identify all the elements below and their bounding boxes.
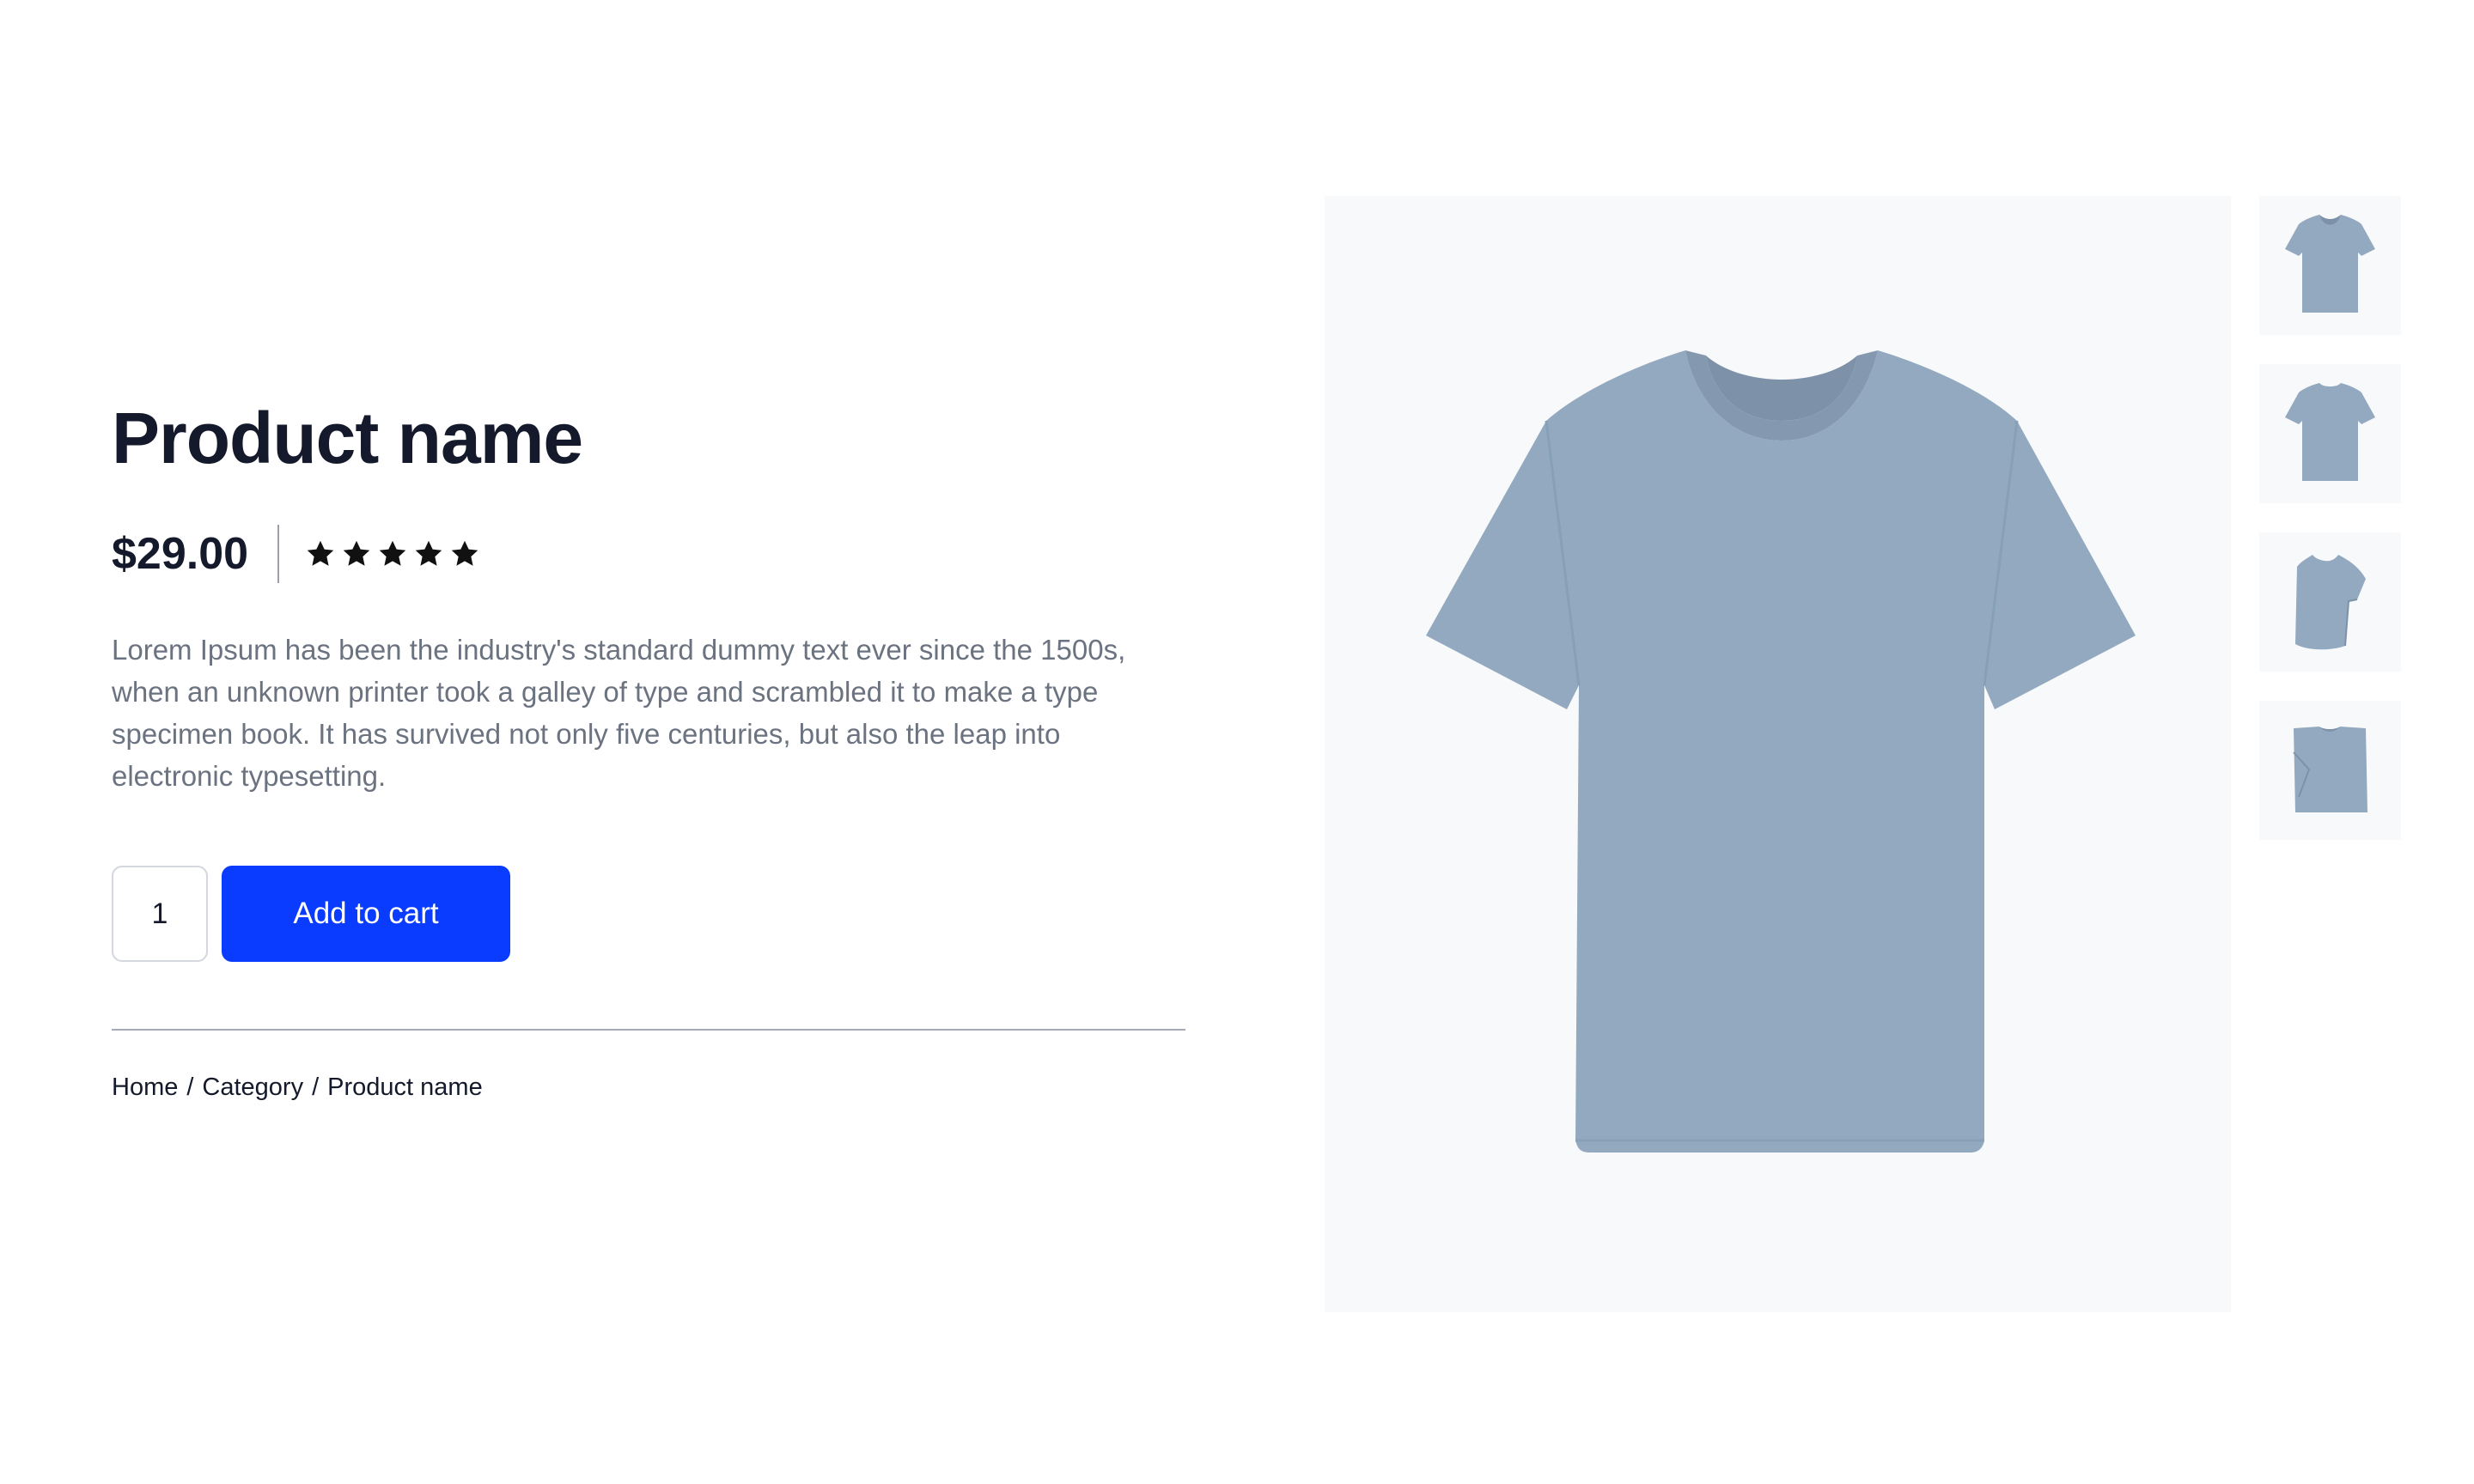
tshirt-front-thumb-icon — [2285, 215, 2375, 313]
product-price: $29.00 — [112, 529, 249, 579]
star-icon — [305, 538, 336, 569]
price-rating-row: $29.00 — [112, 524, 1185, 584]
breadcrumb: Home / Category / Product name — [112, 1073, 1185, 1102]
star-rating — [305, 538, 480, 569]
star-icon — [377, 538, 408, 569]
quantity-input[interactable]: 1 — [112, 866, 208, 962]
breadcrumb-home[interactable]: Home — [112, 1073, 178, 1102]
product-description: Lorem Ipsum has been the industry's stan… — [112, 634, 1126, 792]
tshirt-back-thumb-icon — [2285, 383, 2375, 481]
star-icon — [449, 538, 480, 569]
star-icon — [413, 538, 444, 569]
thumbnail-folded[interactable] — [2259, 701, 2401, 840]
add-to-cart-button[interactable]: Add to cart — [222, 866, 510, 962]
add-to-cart-row: 1 Add to cart — [112, 866, 1185, 962]
tshirt-front-image — [1426, 350, 2136, 1153]
section-divider — [112, 1029, 1185, 1031]
tshirt-folded-thumb-icon — [2293, 727, 2367, 812]
breadcrumb-separator: / — [186, 1073, 194, 1101]
price-divider — [277, 525, 280, 583]
product-title: Product name — [112, 398, 583, 478]
breadcrumb-separator: / — [312, 1073, 320, 1101]
product-info: Product name $29.00 Lorem Ipsum has been… — [112, 395, 1185, 1102]
product-page: Product name $29.00 Lorem Ipsum has been… — [0, 0, 2474, 1484]
breadcrumb-category[interactable]: Category — [202, 1073, 303, 1102]
thumbnail-side[interactable] — [2259, 532, 2401, 672]
breadcrumb-current: Product name — [327, 1073, 483, 1101]
thumbnail-gallery — [2259, 196, 2401, 869]
tshirt-side-thumb-icon — [2295, 555, 2366, 650]
thumbnail-front[interactable] — [2259, 196, 2401, 335]
thumbnail-back[interactable] — [2259, 364, 2401, 503]
star-icon — [341, 538, 372, 569]
main-product-image[interactable] — [1325, 196, 2231, 1312]
